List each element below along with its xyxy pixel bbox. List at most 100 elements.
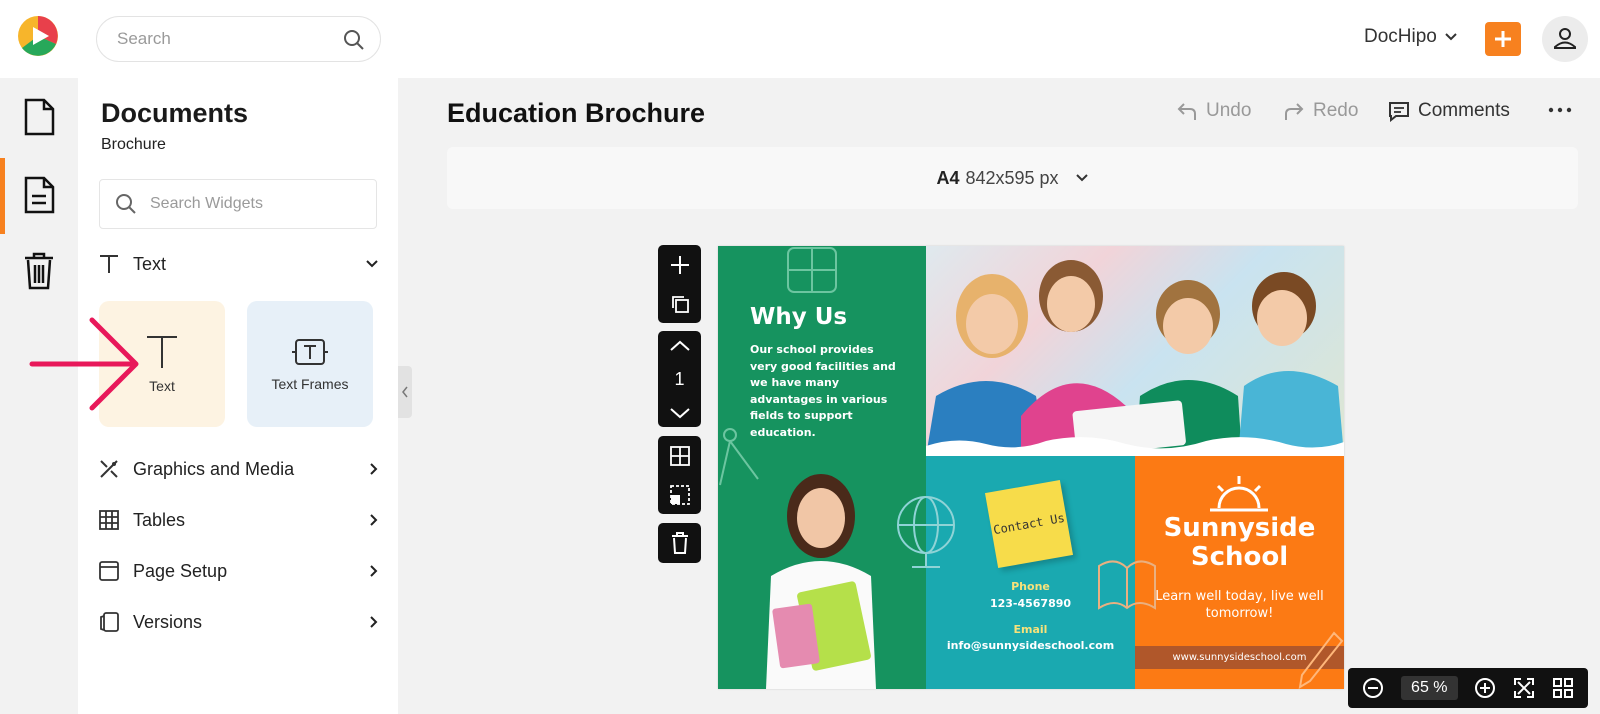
versions-icon (97, 610, 121, 634)
search-icon (114, 192, 138, 221)
school-tagline[interactable]: Learn well today, live well tomorrow! (1135, 588, 1344, 622)
top-bar: DocHipo (0, 0, 1600, 78)
user-icon (1554, 28, 1576, 49)
panel-collapse-button[interactable] (398, 366, 412, 418)
text-icon (97, 252, 121, 276)
add-page-icon[interactable] (669, 254, 691, 276)
globe-icon (897, 496, 955, 568)
chevron-down-icon[interactable] (669, 407, 691, 419)
text-frame-icon (292, 339, 328, 365)
section-tables[interactable]: Tables (97, 503, 379, 537)
chevron-right-icon (370, 616, 378, 628)
plus-icon (1495, 31, 1511, 47)
more-horizontal-icon (1548, 107, 1572, 113)
select-area-icon[interactable] (669, 484, 691, 506)
chevron-right-icon (370, 463, 378, 475)
zoom-value: 65 (1411, 679, 1429, 696)
page-navigation-toolbar: 1 (658, 331, 701, 427)
zoom-in-icon[interactable] (1474, 677, 1496, 699)
redo-button[interactable]: Redo (1283, 100, 1358, 122)
page-size-name: A4 (936, 167, 960, 188)
chevron-left-icon (402, 386, 408, 398)
zoom-unit: % (1433, 679, 1448, 696)
grid-view-icon[interactable] (669, 445, 691, 467)
widget-search[interactable] (99, 179, 377, 229)
comments-label: Comments (1418, 100, 1510, 121)
widget-search-input[interactable] (150, 195, 360, 213)
chevron-up-icon[interactable] (669, 340, 691, 352)
rail-item-templates[interactable] (0, 82, 78, 152)
undo-button[interactable]: Undo (1176, 100, 1251, 122)
chevron-down-icon (1075, 174, 1088, 182)
chevron-right-icon (370, 514, 378, 526)
document-icon (24, 176, 55, 214)
search-icon[interactable] (342, 28, 366, 57)
workspace-menu[interactable]: DocHipo (1364, 26, 1457, 48)
page-setup-icon (97, 559, 121, 583)
user-avatar[interactable] (1542, 16, 1588, 62)
why-us-body[interactable]: Our school provides very good facilities… (750, 342, 900, 441)
zoom-out-icon[interactable] (1362, 677, 1384, 699)
document-canvas[interactable]: Why Us Our school provides very good fac… (718, 246, 1344, 689)
pencil-icon (1298, 631, 1344, 689)
duplicate-page-icon[interactable] (670, 294, 690, 314)
students-photo (926, 246, 1344, 456)
zoom-toolbar: 65 % (1348, 668, 1588, 708)
chevron-down-icon (366, 260, 378, 268)
chevron-right-icon (370, 565, 378, 577)
global-search[interactable] (96, 16, 381, 62)
create-new-button[interactable] (1485, 22, 1521, 56)
trash-icon (671, 532, 688, 554)
text-icon (147, 336, 177, 368)
section-label: Graphics and Media (133, 458, 295, 479)
undo-label: Undo (1206, 100, 1252, 121)
section-page-setup[interactable]: Page Setup (97, 554, 379, 588)
panel-subtitle: Brochure (101, 136, 166, 153)
website-text: www.sunnysideschool.com (1172, 652, 1307, 663)
comments-button[interactable]: Comments (1388, 100, 1510, 122)
graphics-media-icon (97, 457, 121, 481)
rail-item-trash[interactable] (0, 236, 78, 306)
section-label: Page Setup (133, 560, 228, 581)
fullscreen-icon[interactable] (1513, 677, 1535, 699)
panel-title: Documents (101, 98, 249, 128)
more-options-button[interactable] (1548, 104, 1572, 116)
rail-item-documents[interactable] (0, 160, 78, 230)
school-name-line1: Sunnyside (1163, 513, 1316, 543)
comment-icon (1389, 102, 1409, 122)
section-versions[interactable]: Versions (97, 605, 379, 639)
page-size-selector[interactable]: A4 842x595 px (447, 147, 1578, 209)
section-label: Tables (133, 509, 186, 530)
email-value[interactable]: info@sunnysideschool.com (926, 639, 1135, 652)
delete-page-button[interactable] (658, 523, 701, 563)
note-text: Contact Us (992, 510, 1066, 538)
document-title[interactable]: Education Brochure (447, 98, 712, 129)
calculator-icon (787, 247, 837, 293)
workspace-label: DocHipo (1364, 26, 1437, 47)
zoom-level[interactable]: 65 % (1401, 676, 1458, 700)
girl-photo (766, 474, 876, 689)
search-input[interactable] (117, 29, 317, 49)
page-size-value: 842x595 px (965, 167, 1059, 188)
section-graphics-media[interactable]: Graphics and Media (97, 452, 379, 486)
page-layout-toolbar (658, 436, 701, 514)
undo-icon (1177, 103, 1196, 120)
app-logo[interactable] (16, 14, 60, 58)
school-name[interactable]: Sunnyside School (1135, 514, 1344, 572)
table-icon (97, 508, 121, 532)
trash-icon (25, 252, 53, 290)
section-text[interactable]: Text (97, 247, 379, 281)
widget-card-text-label: Text (149, 378, 175, 394)
page-grid-icon[interactable] (1552, 677, 1574, 699)
chevron-down-icon (1445, 33, 1457, 41)
widget-card-text-frames-label: Text Frames (271, 376, 349, 392)
school-name-line2: School (1190, 542, 1289, 572)
email-label[interactable]: Email (926, 623, 1135, 636)
redo-icon (1285, 103, 1304, 120)
sun-icon (1210, 476, 1268, 512)
page-number: 1 (674, 368, 685, 389)
contact-us-sticky-note[interactable]: Contact Us (984, 479, 1074, 569)
widget-card-text-frames[interactable]: Text Frames (247, 301, 373, 427)
why-us-title[interactable]: Why Us (750, 304, 847, 330)
file-icon (24, 98, 55, 136)
